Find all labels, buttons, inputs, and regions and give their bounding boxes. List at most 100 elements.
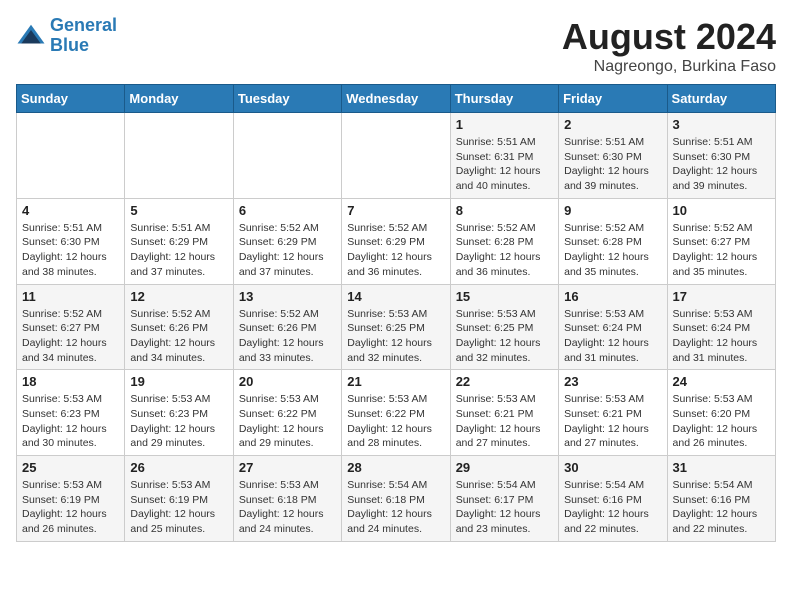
header-cell-friday: Friday (559, 85, 667, 113)
header-cell-wednesday: Wednesday (342, 85, 450, 113)
day-cell: 14 Sunrise: 5:53 AM Sunset: 6:25 PM Dayli… (342, 284, 450, 370)
day-cell: 23Sunrise: 5:53 AM Sunset: 6:21 PM Dayli… (559, 370, 667, 456)
day-number: 14 (347, 289, 444, 304)
day-number: 17 (673, 289, 770, 304)
day-number: 20 (239, 374, 336, 389)
day-cell: 12 Sunrise: 5:52 AM Sunset: 6:26 PM Dayli… (125, 284, 233, 370)
week-row-2: 4 Sunrise: 5:51 AM Sunset: 6:30 PM Daylig… (17, 198, 776, 284)
day-cell: 24 Sunrise: 5:53 AM Sunset: 6:20 PM Dayli… (667, 370, 775, 456)
day-number: 4 (22, 203, 119, 218)
day-info: Sunrise: 5:51 AM Sunset: 6:29 PM Dayligh… (130, 221, 227, 280)
day-info: Sunrise: 5:52 AM Sunset: 6:26 PM Dayligh… (130, 307, 227, 366)
header-row: SundayMondayTuesdayWednesdayThursdayFrid… (17, 85, 776, 113)
day-cell: 29Sunrise: 5:54 AM Sunset: 6:17 PM Dayli… (450, 456, 558, 542)
day-cell: 1 Sunrise: 5:51 AM Sunset: 6:31 PM Daylig… (450, 113, 558, 199)
day-info: Sunrise: 5:53 AM Sunset: 6:25 PM Dayligh… (347, 307, 444, 366)
day-cell: 20Sunrise: 5:53 AM Sunset: 6:22 PM Dayli… (233, 370, 341, 456)
day-cell: 18Sunrise: 5:53 AM Sunset: 6:23 PM Dayli… (17, 370, 125, 456)
week-row-3: 11Sunrise: 5:52 AM Sunset: 6:27 PM Dayli… (17, 284, 776, 370)
day-info: Sunrise: 5:54 AM Sunset: 6:18 PM Dayligh… (347, 478, 444, 537)
day-info: Sunrise: 5:52 AM Sunset: 6:27 PM Dayligh… (673, 221, 770, 280)
day-cell: 3 Sunrise: 5:51 AM Sunset: 6:30 PM Daylig… (667, 113, 775, 199)
title-block: August 2024 Nagreongo, Burkina Faso (562, 16, 776, 76)
logo-line2: Blue (50, 35, 89, 55)
day-cell: 2 Sunrise: 5:51 AM Sunset: 6:30 PM Daylig… (559, 113, 667, 199)
page-title: August 2024 (562, 16, 776, 58)
week-row-4: 18Sunrise: 5:53 AM Sunset: 6:23 PM Dayli… (17, 370, 776, 456)
page-header: General Blue August 2024 Nagreongo, Burk… (16, 16, 776, 76)
week-row-1: 1 Sunrise: 5:51 AM Sunset: 6:31 PM Daylig… (17, 113, 776, 199)
day-info: Sunrise: 5:51 AM Sunset: 6:30 PM Dayligh… (673, 135, 770, 194)
logo-text: General Blue (50, 16, 117, 56)
day-cell: 15Sunrise: 5:53 AM Sunset: 6:25 PM Dayli… (450, 284, 558, 370)
day-cell: 7 Sunrise: 5:52 AM Sunset: 6:29 PM Daylig… (342, 198, 450, 284)
day-cell: 19Sunrise: 5:53 AM Sunset: 6:23 PM Dayli… (125, 370, 233, 456)
day-number: 9 (564, 203, 661, 218)
day-info: Sunrise: 5:52 AM Sunset: 6:26 PM Dayligh… (239, 307, 336, 366)
day-info: Sunrise: 5:53 AM Sunset: 6:21 PM Dayligh… (456, 392, 553, 451)
day-cell: 11Sunrise: 5:52 AM Sunset: 6:27 PM Dayli… (17, 284, 125, 370)
day-info: Sunrise: 5:52 AM Sunset: 6:28 PM Dayligh… (456, 221, 553, 280)
day-number: 26 (130, 460, 227, 475)
day-info: Sunrise: 5:53 AM Sunset: 6:20 PM Dayligh… (673, 392, 770, 451)
day-cell: 21 Sunrise: 5:53 AM Sunset: 6:22 PM Dayli… (342, 370, 450, 456)
week-row-5: 25 Sunrise: 5:53 AM Sunset: 6:19 PM Dayli… (17, 456, 776, 542)
header-cell-monday: Monday (125, 85, 233, 113)
day-number: 22 (456, 374, 553, 389)
day-number: 10 (673, 203, 770, 218)
calendar-table: SundayMondayTuesdayWednesdayThursdayFrid… (16, 84, 776, 542)
header-cell-tuesday: Tuesday (233, 85, 341, 113)
logo-line1: General (50, 15, 117, 35)
page-subtitle: Nagreongo, Burkina Faso (562, 58, 776, 76)
day-info: Sunrise: 5:53 AM Sunset: 6:24 PM Dayligh… (564, 307, 661, 366)
day-number: 1 (456, 117, 553, 132)
day-number: 6 (239, 203, 336, 218)
day-number: 19 (130, 374, 227, 389)
logo-icon (16, 21, 46, 51)
day-cell: 13Sunrise: 5:52 AM Sunset: 6:26 PM Dayli… (233, 284, 341, 370)
day-cell: 22 Sunrise: 5:53 AM Sunset: 6:21 PM Dayli… (450, 370, 558, 456)
day-number: 23 (564, 374, 661, 389)
day-info: Sunrise: 5:52 AM Sunset: 6:29 PM Dayligh… (239, 221, 336, 280)
day-info: Sunrise: 5:54 AM Sunset: 6:16 PM Dayligh… (673, 478, 770, 537)
day-number: 21 (347, 374, 444, 389)
day-info: Sunrise: 5:51 AM Sunset: 6:30 PM Dayligh… (22, 221, 119, 280)
day-number: 3 (673, 117, 770, 132)
day-cell: 4 Sunrise: 5:51 AM Sunset: 6:30 PM Daylig… (17, 198, 125, 284)
day-cell (342, 113, 450, 199)
day-number: 8 (456, 203, 553, 218)
day-info: Sunrise: 5:51 AM Sunset: 6:30 PM Dayligh… (564, 135, 661, 194)
day-cell (125, 113, 233, 199)
calendar-body: 1 Sunrise: 5:51 AM Sunset: 6:31 PM Daylig… (17, 113, 776, 542)
day-info: Sunrise: 5:52 AM Sunset: 6:29 PM Dayligh… (347, 221, 444, 280)
logo: General Blue (16, 16, 117, 56)
day-cell (233, 113, 341, 199)
day-number: 18 (22, 374, 119, 389)
day-number: 15 (456, 289, 553, 304)
day-info: Sunrise: 5:53 AM Sunset: 6:22 PM Dayligh… (347, 392, 444, 451)
header-cell-sunday: Sunday (17, 85, 125, 113)
day-info: Sunrise: 5:53 AM Sunset: 6:19 PM Dayligh… (22, 478, 119, 537)
day-number: 2 (564, 117, 661, 132)
day-cell: 31Sunrise: 5:54 AM Sunset: 6:16 PM Dayli… (667, 456, 775, 542)
day-cell: 5 Sunrise: 5:51 AM Sunset: 6:29 PM Daylig… (125, 198, 233, 284)
day-info: Sunrise: 5:53 AM Sunset: 6:24 PM Dayligh… (673, 307, 770, 366)
day-number: 24 (673, 374, 770, 389)
day-cell: 27Sunrise: 5:53 AM Sunset: 6:18 PM Dayli… (233, 456, 341, 542)
day-number: 7 (347, 203, 444, 218)
day-number: 28 (347, 460, 444, 475)
day-info: Sunrise: 5:51 AM Sunset: 6:31 PM Dayligh… (456, 135, 553, 194)
day-cell: 9 Sunrise: 5:52 AM Sunset: 6:28 PM Daylig… (559, 198, 667, 284)
day-cell (17, 113, 125, 199)
day-cell: 6 Sunrise: 5:52 AM Sunset: 6:29 PM Daylig… (233, 198, 341, 284)
day-number: 5 (130, 203, 227, 218)
header-cell-saturday: Saturday (667, 85, 775, 113)
day-cell: 28 Sunrise: 5:54 AM Sunset: 6:18 PM Dayli… (342, 456, 450, 542)
day-cell: 30Sunrise: 5:54 AM Sunset: 6:16 PM Dayli… (559, 456, 667, 542)
day-number: 25 (22, 460, 119, 475)
day-cell: 25 Sunrise: 5:53 AM Sunset: 6:19 PM Dayli… (17, 456, 125, 542)
day-info: Sunrise: 5:52 AM Sunset: 6:28 PM Dayligh… (564, 221, 661, 280)
day-number: 12 (130, 289, 227, 304)
day-cell: 16Sunrise: 5:53 AM Sunset: 6:24 PM Dayli… (559, 284, 667, 370)
day-cell: 26Sunrise: 5:53 AM Sunset: 6:19 PM Dayli… (125, 456, 233, 542)
